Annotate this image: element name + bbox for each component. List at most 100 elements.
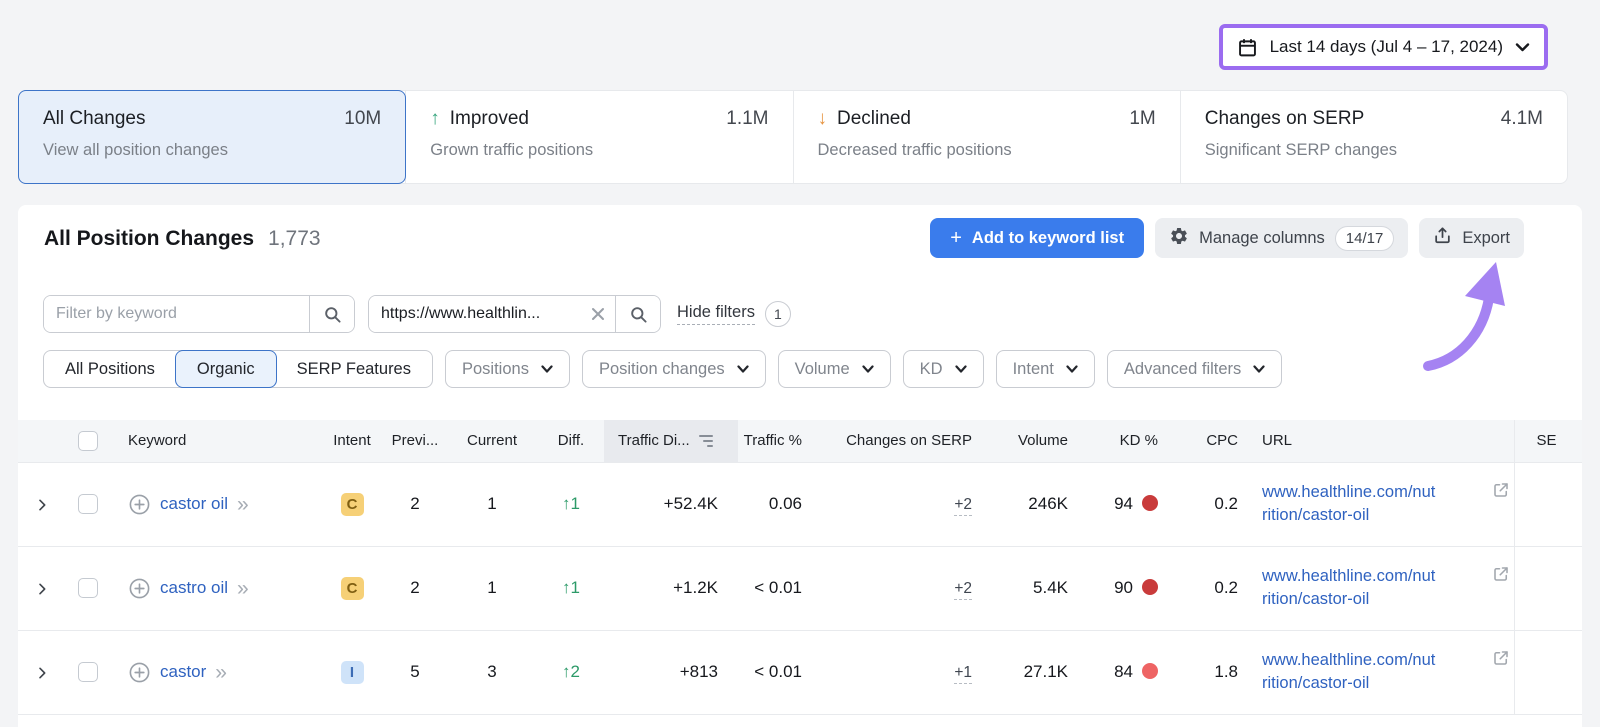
url-filter-input[interactable] xyxy=(369,296,581,332)
add-to-keyword-list-label: Add to keyword list xyxy=(972,229,1124,248)
row-checkbox[interactable] xyxy=(78,662,98,682)
column-header-se[interactable]: SE xyxy=(1514,420,1582,462)
position-diff: ↑1 xyxy=(562,494,580,513)
add-to-keyword-list-button[interactable]: + Add to keyword list xyxy=(930,218,1144,258)
column-header-keyword[interactable]: Keyword xyxy=(110,420,320,462)
export-button[interactable]: Export xyxy=(1419,218,1524,258)
segment-serp-features[interactable]: SERP Features xyxy=(276,351,432,387)
column-header-traffic-pct[interactable]: Traffic % xyxy=(738,420,816,462)
column-header-serp-changes[interactable]: Changes on SERP xyxy=(816,420,977,462)
tab-subtitle: Grown traffic positions xyxy=(430,141,768,160)
tab-value: 1M xyxy=(1129,108,1155,130)
current-position: 1 xyxy=(446,546,538,630)
volume: 5.4K xyxy=(977,546,1071,630)
traffic-diff: +813 xyxy=(604,630,738,714)
tab-improved[interactable]: ↑ Improved 1.1M Grown traffic positions xyxy=(405,91,792,183)
tab-value: 4.1M xyxy=(1501,108,1543,130)
add-keyword-icon[interactable] xyxy=(128,493,151,516)
filter-inputs-row: Hide filters 1 xyxy=(43,295,791,333)
expand-row-icon[interactable] xyxy=(18,581,50,597)
date-range-highlight: Last 14 days (Jul 4 – 17, 2024) xyxy=(1219,24,1548,70)
gear-icon xyxy=(1169,226,1189,251)
keyword-details-icon[interactable]: » xyxy=(237,494,249,515)
url-search-button[interactable] xyxy=(615,296,660,332)
select-all-checkbox[interactable] xyxy=(78,431,98,451)
tab-declined[interactable]: ↓ Declined 1M Decreased traffic position… xyxy=(793,91,1180,183)
serp-changes-value[interactable]: +2 xyxy=(954,580,972,600)
calendar-icon xyxy=(1237,37,1258,58)
position-changes-filter-dropdown[interactable]: Position changes xyxy=(582,350,766,388)
add-keyword-icon[interactable] xyxy=(128,661,151,684)
table-row: castro oil » C 2 1 ↑1 +1.2K < 0.01 +2 5.… xyxy=(18,546,1582,630)
sort-descending-icon xyxy=(699,435,713,448)
url-filter-group xyxy=(368,295,661,333)
intent-badge: I xyxy=(341,661,364,684)
segment-all-positions[interactable]: All Positions xyxy=(44,351,176,387)
tab-changes-on-serp[interactable]: Changes on SERP 4.1M Significant SERP ch… xyxy=(1180,91,1567,183)
keyword-filter-input[interactable] xyxy=(44,296,309,332)
all-position-changes-panel: All Position Changes 1,773 + Add to keyw… xyxy=(18,205,1582,727)
traffic-pct: < 0.01 xyxy=(738,546,816,630)
kd-value: 94 xyxy=(1114,494,1133,513)
volume: 246K xyxy=(977,462,1071,546)
url-link[interactable]: www.healthline.com/nutrition/castor-oil xyxy=(1262,483,1435,524)
url-link[interactable]: www.healthline.com/nutrition/castor-oil xyxy=(1262,567,1435,608)
previous-position: 5 xyxy=(384,630,446,714)
table-header-row: Keyword Intent Previ... Current Diff. Tr… xyxy=(18,420,1582,462)
tab-title: Improved xyxy=(450,108,529,130)
column-header-url[interactable]: URL xyxy=(1240,420,1514,462)
tab-all-changes[interactable]: All Changes 10M View all position change… xyxy=(18,90,406,184)
keyword-details-icon[interactable]: » xyxy=(215,662,227,683)
manage-columns-button[interactable]: Manage columns 14/17 xyxy=(1155,218,1408,258)
keyword-link[interactable]: castor xyxy=(160,662,206,682)
segment-organic[interactable]: Organic xyxy=(175,350,277,388)
row-checkbox[interactable] xyxy=(78,494,98,514)
expand-row-icon[interactable] xyxy=(18,665,50,681)
keyword-link[interactable]: castor oil xyxy=(160,494,228,514)
external-link-icon[interactable] xyxy=(1492,565,1510,588)
column-header-volume[interactable]: Volume xyxy=(977,420,1071,462)
column-header-cpc[interactable]: CPC xyxy=(1163,420,1240,462)
down-arrow-icon: ↓ xyxy=(818,108,828,130)
url-link[interactable]: www.healthline.com/nutrition/castor-oil xyxy=(1262,651,1435,692)
tab-value: 10M xyxy=(344,108,381,130)
column-header-current[interactable]: Current xyxy=(446,420,538,462)
kd-difficulty-dot xyxy=(1142,663,1158,679)
volume-filter-dropdown[interactable]: Volume xyxy=(778,350,891,388)
keyword-search-button[interactable] xyxy=(309,296,354,332)
tab-title: All Changes xyxy=(43,108,145,130)
chevron-down-icon xyxy=(1066,365,1078,373)
intent-filter-dropdown[interactable]: Intent xyxy=(996,350,1095,388)
active-filters-badge: 1 xyxy=(765,301,791,327)
date-range-selector[interactable]: Last 14 days (Jul 4 – 17, 2024) xyxy=(1223,28,1544,66)
expand-row-icon[interactable] xyxy=(18,497,50,513)
serp-changes-value[interactable]: +1 xyxy=(954,664,972,684)
cpc: 0.2 xyxy=(1163,462,1240,546)
clear-url-filter-icon[interactable] xyxy=(581,296,615,332)
kd-difficulty-dot xyxy=(1142,579,1158,595)
external-link-icon[interactable] xyxy=(1492,649,1510,672)
column-header-kd[interactable]: KD % xyxy=(1071,420,1163,462)
column-header-intent[interactable]: Intent xyxy=(320,420,384,462)
position-diff: ↑2 xyxy=(562,662,580,681)
advanced-filters-dropdown[interactable]: Advanced filters xyxy=(1107,350,1282,388)
traffic-pct: 0.06 xyxy=(738,462,816,546)
traffic-diff: +1.2K xyxy=(604,546,738,630)
row-checkbox[interactable] xyxy=(78,578,98,598)
keyword-details-icon[interactable]: » xyxy=(237,578,249,599)
kd-filter-dropdown[interactable]: KD xyxy=(903,350,984,388)
chevron-down-icon xyxy=(1515,42,1530,52)
positions-filter-dropdown[interactable]: Positions xyxy=(445,350,570,388)
external-link-icon[interactable] xyxy=(1492,481,1510,504)
add-keyword-icon[interactable] xyxy=(128,577,151,600)
previous-position: 2 xyxy=(384,462,446,546)
column-header-previous[interactable]: Previ... xyxy=(384,420,446,462)
keyword-link[interactable]: castro oil xyxy=(160,578,228,598)
export-icon xyxy=(1433,226,1452,250)
column-header-traffic-diff[interactable]: Traffic Di... xyxy=(604,420,738,462)
volume: 27.1K xyxy=(977,630,1071,714)
hide-filters-link[interactable]: Hide filters xyxy=(677,303,755,325)
position-changes-page: Last 14 days (Jul 4 – 17, 2024) All Chan… xyxy=(0,0,1600,727)
serp-changes-value[interactable]: +2 xyxy=(954,496,972,516)
column-header-diff[interactable]: Diff. xyxy=(538,420,604,462)
